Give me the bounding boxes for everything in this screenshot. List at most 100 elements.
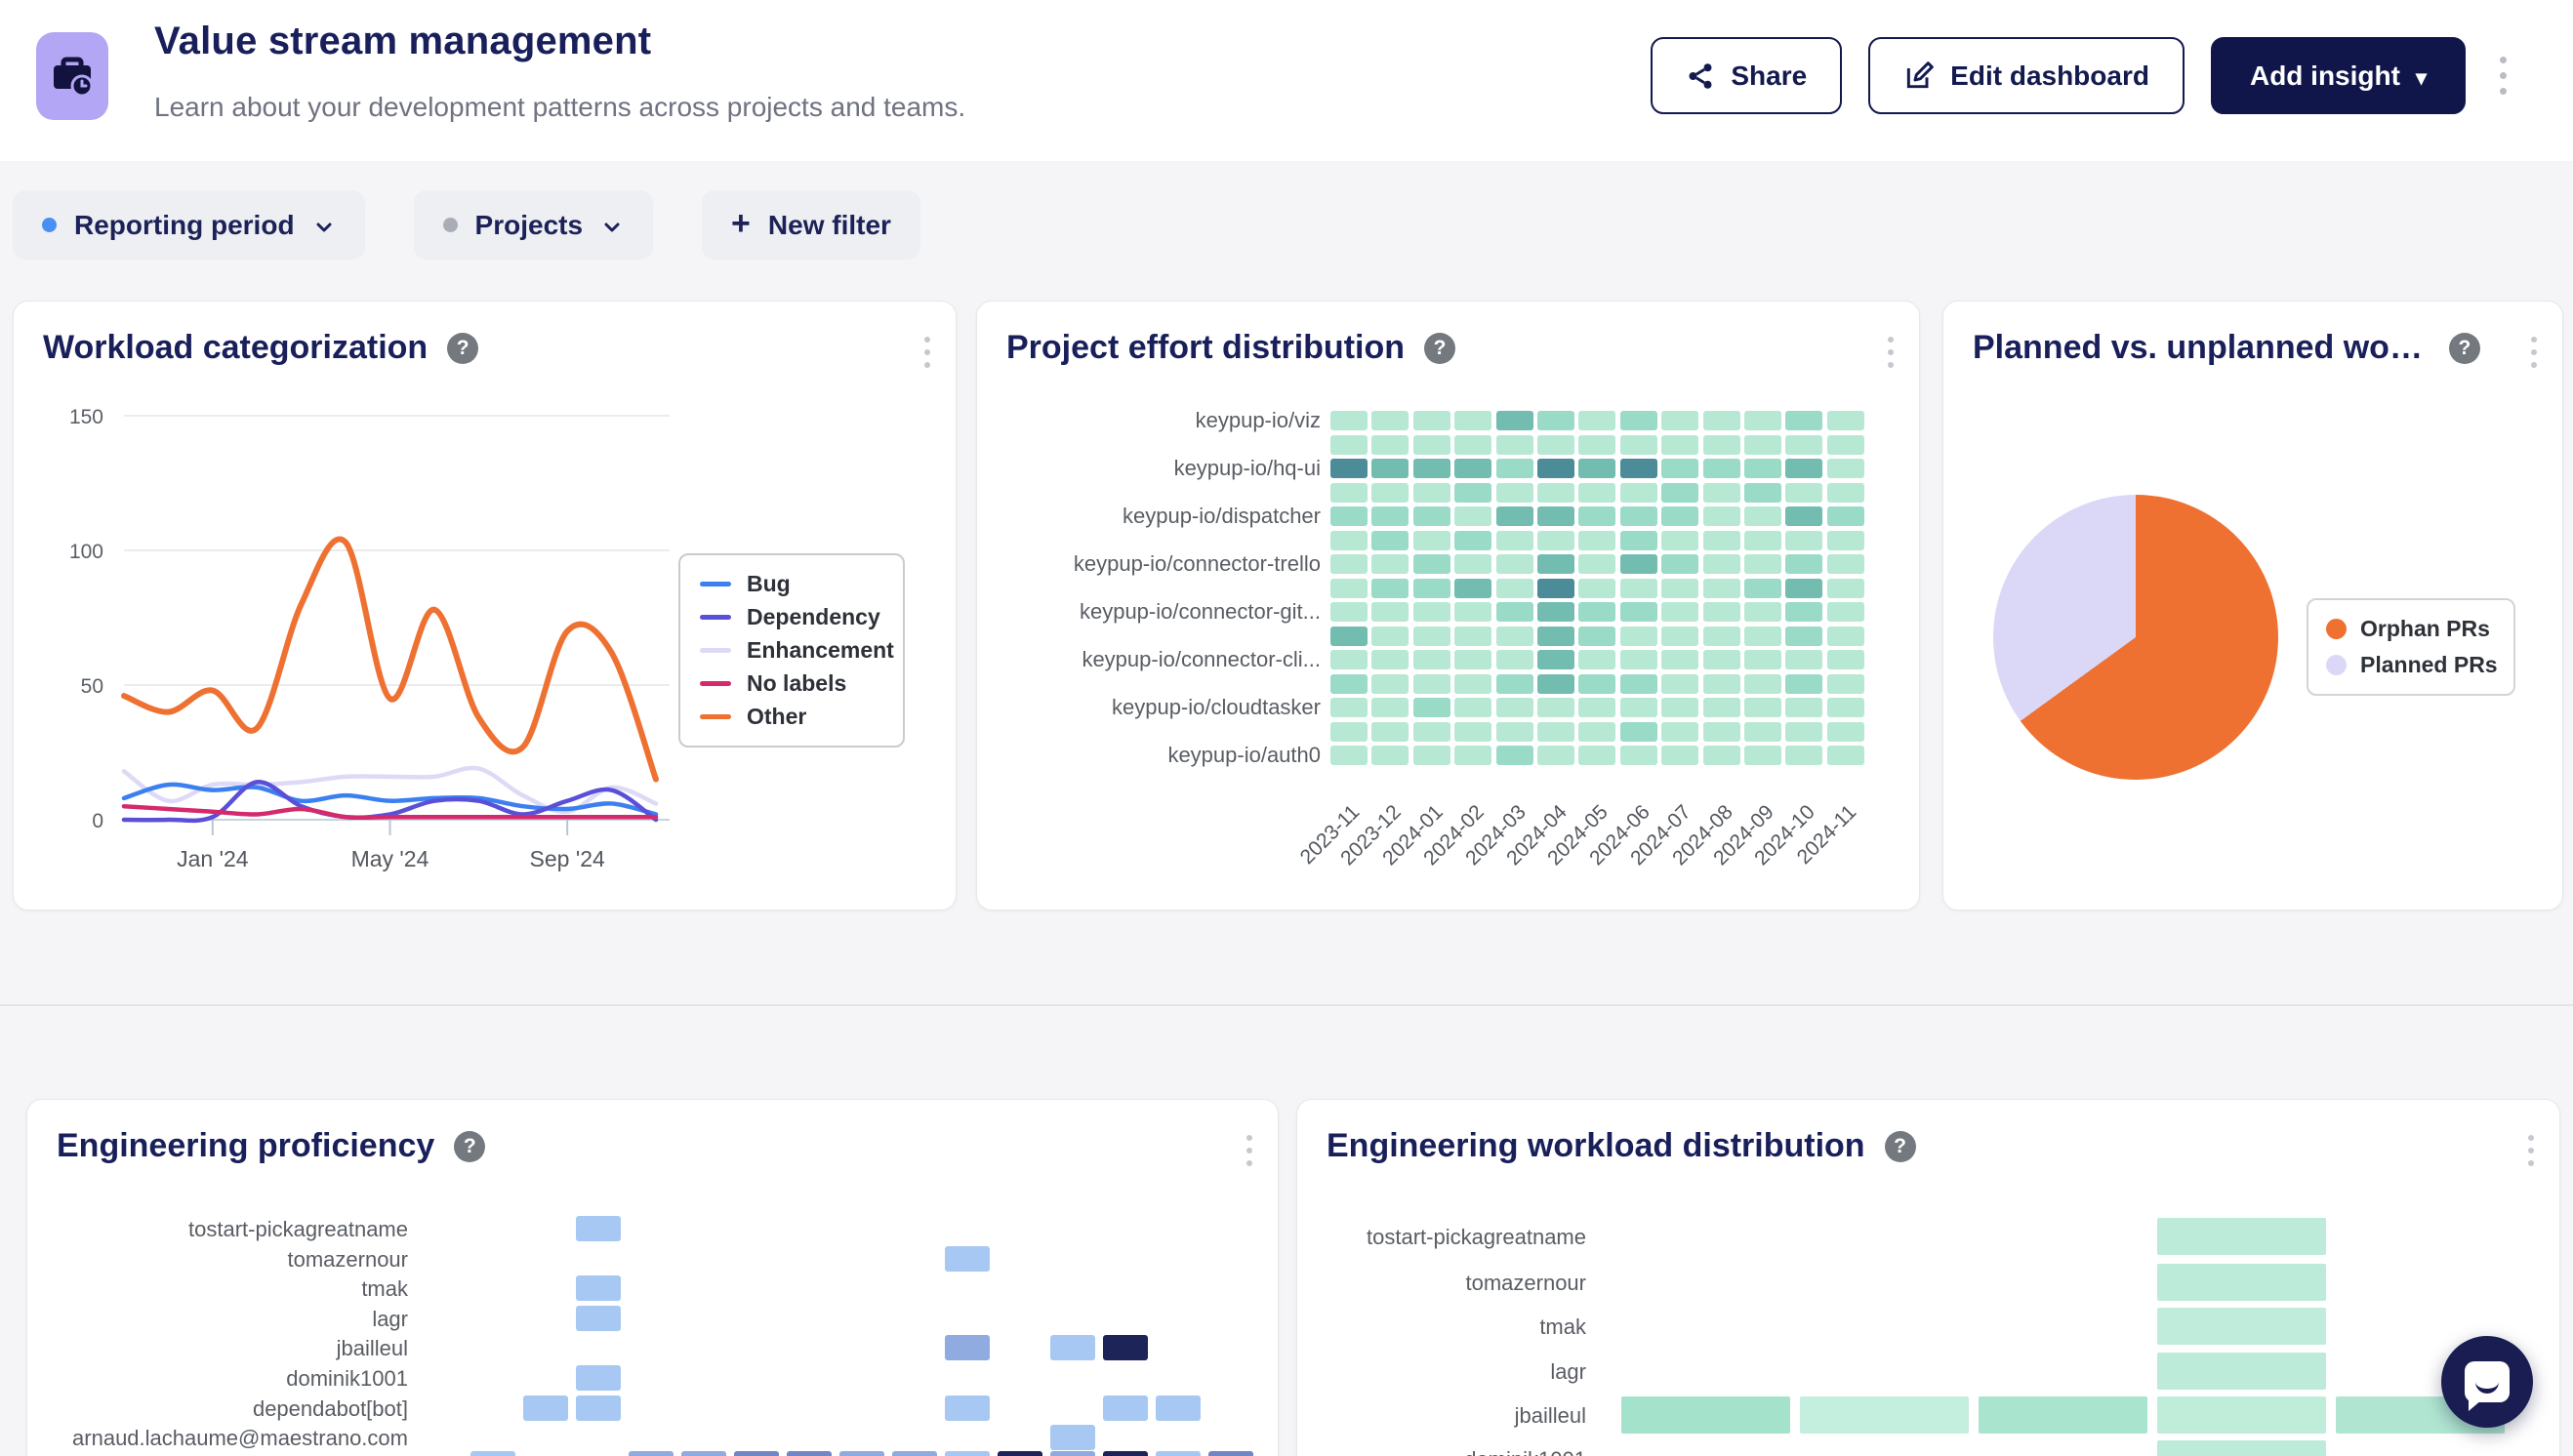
- heatmap-cell[interactable]: [1620, 435, 1657, 455]
- heatmap-cell[interactable]: [1703, 554, 1740, 574]
- heatmap-cell[interactable]: [1330, 627, 1368, 646]
- workload-bar[interactable]: [2157, 1308, 2326, 1345]
- workload-bar[interactable]: [2157, 1396, 2326, 1434]
- heatmap-cell[interactable]: [1496, 579, 1533, 598]
- planned-unplanned-pie-chart[interactable]: [1993, 495, 2278, 780]
- heatmap-cell[interactable]: [1703, 627, 1740, 646]
- heatmap-cell[interactable]: [1496, 531, 1533, 550]
- heatmap-cell[interactable]: [1785, 459, 1822, 478]
- heatmap-cell[interactable]: [1413, 627, 1450, 646]
- heatmap-cell[interactable]: [1661, 483, 1698, 503]
- workload-bar[interactable]: [1800, 1396, 1969, 1434]
- panel-kebab-menu[interactable]: [2520, 1125, 2542, 1176]
- heatmap-cell[interactable]: [1661, 459, 1698, 478]
- heatmap-cell[interactable]: [1703, 722, 1740, 742]
- heatmap-cell[interactable]: [1744, 554, 1781, 574]
- heatmap-cell[interactable]: [1578, 698, 1615, 717]
- heatmap-cell[interactable]: [1537, 722, 1574, 742]
- heatmap-cell[interactable]: [1537, 627, 1574, 646]
- heatmap-cell[interactable]: [1785, 650, 1822, 669]
- proficiency-cell[interactable]: [1208, 1451, 1253, 1456]
- panel-kebab-menu[interactable]: [2523, 327, 2545, 378]
- heatmap-cell[interactable]: [1661, 411, 1698, 430]
- heatmap-cell[interactable]: [1827, 506, 1864, 526]
- heatmap-cell[interactable]: [1744, 483, 1781, 503]
- heatmap-cell[interactable]: [1330, 554, 1368, 574]
- proficiency-cell[interactable]: [576, 1365, 621, 1391]
- proficiency-cell[interactable]: [734, 1451, 779, 1456]
- heatmap-cell[interactable]: [1661, 554, 1698, 574]
- heatmap-cell[interactable]: [1578, 674, 1615, 694]
- heatmap-cell[interactable]: [1827, 483, 1864, 503]
- proficiency-cell[interactable]: [523, 1395, 568, 1421]
- proficiency-cell[interactable]: [629, 1451, 674, 1456]
- proficiency-cell[interactable]: [1103, 1451, 1148, 1456]
- heatmap-cell[interactable]: [1496, 650, 1533, 669]
- heatmap-cell[interactable]: [1413, 435, 1450, 455]
- heatmap-cell[interactable]: [1578, 602, 1615, 622]
- heatmap-cell[interactable]: [1371, 554, 1409, 574]
- heatmap-cell[interactable]: [1537, 459, 1574, 478]
- heatmap-cell[interactable]: [1578, 722, 1615, 742]
- heatmap-cell[interactable]: [1496, 746, 1533, 765]
- heatmap-cell[interactable]: [1827, 435, 1864, 455]
- proficiency-cell[interactable]: [945, 1246, 990, 1272]
- heatmap-cell[interactable]: [1744, 746, 1781, 765]
- heatmap-cell[interactable]: [1620, 746, 1657, 765]
- heatmap-cell[interactable]: [1827, 602, 1864, 622]
- heatmap-cell[interactable]: [1454, 531, 1491, 550]
- proficiency-cell[interactable]: [576, 1395, 621, 1421]
- heatmap-cell[interactable]: [1537, 483, 1574, 503]
- heatmap-cell[interactable]: [1661, 506, 1698, 526]
- heatmap-cell[interactable]: [1330, 483, 1368, 503]
- heatmap-cell[interactable]: [1620, 459, 1657, 478]
- heatmap-cell[interactable]: [1703, 650, 1740, 669]
- heatmap-cell[interactable]: [1371, 506, 1409, 526]
- heatmap-cell[interactable]: [1496, 435, 1533, 455]
- heatmap-cell[interactable]: [1703, 483, 1740, 503]
- heatmap-cell[interactable]: [1661, 435, 1698, 455]
- heatmap-cell[interactable]: [1785, 698, 1822, 717]
- heatmap-cell[interactable]: [1413, 698, 1450, 717]
- heatmap-cell[interactable]: [1454, 746, 1491, 765]
- heatmap-cell[interactable]: [1371, 435, 1409, 455]
- heatmap-cell[interactable]: [1371, 698, 1409, 717]
- heatmap-cell[interactable]: [1661, 746, 1698, 765]
- legend-item-enhancement[interactable]: Enhancement: [700, 637, 883, 664]
- heatmap-cell[interactable]: [1330, 506, 1368, 526]
- heatmap-cell[interactable]: [1537, 698, 1574, 717]
- heatmap-cell[interactable]: [1454, 602, 1491, 622]
- heatmap-cell[interactable]: [1537, 650, 1574, 669]
- heatmap-cell[interactable]: [1744, 579, 1781, 598]
- heatmap-cell[interactable]: [1620, 674, 1657, 694]
- heatmap-cell[interactable]: [1703, 411, 1740, 430]
- add-insight-button[interactable]: Add insight ▾: [2211, 37, 2466, 114]
- proficiency-cell[interactable]: [998, 1451, 1042, 1456]
- legend-item-no-labels[interactable]: No labels: [700, 670, 883, 697]
- proficiency-cell[interactable]: [1050, 1425, 1095, 1450]
- heatmap-cell[interactable]: [1537, 579, 1574, 598]
- workload-bar[interactable]: [1979, 1396, 2147, 1434]
- heatmap-cell[interactable]: [1413, 483, 1450, 503]
- legend-item-bug[interactable]: Bug: [700, 571, 883, 597]
- heatmap-cell[interactable]: [1785, 483, 1822, 503]
- heatmap-cell[interactable]: [1744, 674, 1781, 694]
- heatmap-cell[interactable]: [1703, 435, 1740, 455]
- heatmap-cell[interactable]: [1661, 674, 1698, 694]
- heatmap-cell[interactable]: [1785, 531, 1822, 550]
- proficiency-cell[interactable]: [1050, 1451, 1095, 1456]
- heatmap-cell[interactable]: [1496, 411, 1533, 430]
- heatmap-cell[interactable]: [1330, 531, 1368, 550]
- legend-item-dependency[interactable]: Dependency: [700, 604, 883, 630]
- edit-dashboard-button[interactable]: Edit dashboard: [1868, 37, 2185, 114]
- heatmap-cell[interactable]: [1496, 722, 1533, 742]
- heatmap-cell[interactable]: [1703, 746, 1740, 765]
- heatmap-cell[interactable]: [1744, 531, 1781, 550]
- help-icon[interactable]: ?: [1424, 333, 1455, 364]
- heatmap-cell[interactable]: [1620, 411, 1657, 430]
- heatmap-cell[interactable]: [1578, 650, 1615, 669]
- heatmap-cell[interactable]: [1496, 554, 1533, 574]
- heatmap-cell[interactable]: [1371, 650, 1409, 669]
- heatmap-cell[interactable]: [1827, 722, 1864, 742]
- heatmap-cell[interactable]: [1578, 435, 1615, 455]
